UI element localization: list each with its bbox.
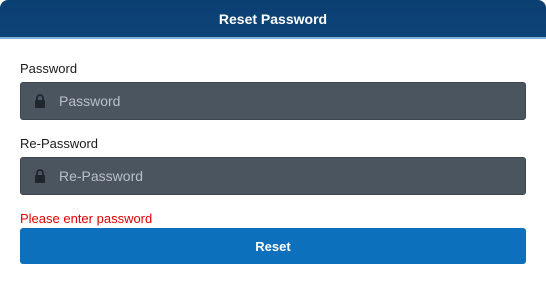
error-message: Please enter password [20,211,153,226]
password-label: Password [20,61,78,76]
lock-icon [35,94,45,108]
repassword-label: Re-Password [20,136,99,151]
dialog-title: Reset Password [218,10,328,27]
password-field[interactable] [20,82,526,120]
reset-password-dialog: Reset Password Password Re-Password Plea… [0,0,546,284]
lock-icon [35,169,45,183]
reset-button[interactable]: Reset [20,228,526,264]
dialog-header: Reset Password [0,0,546,39]
password-input[interactable] [59,83,525,119]
repassword-field[interactable] [20,157,526,195]
repassword-input[interactable] [59,158,525,194]
